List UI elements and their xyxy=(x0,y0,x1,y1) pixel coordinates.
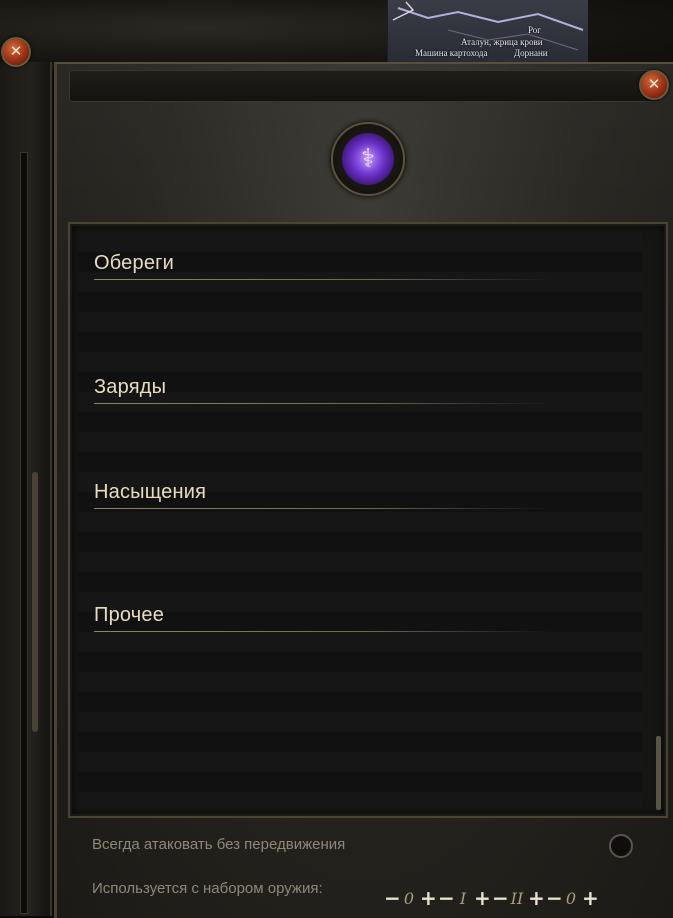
weapon-set-0-minus-button[interactable]: − xyxy=(384,886,401,910)
map-label-rog: Рог xyxy=(528,25,541,35)
buff-list[interactable]: Обереги Заряды Насыщения Прочее xyxy=(78,232,642,808)
weapon-set-1-minus-button[interactable]: − xyxy=(438,886,455,910)
weapon-set-2-plus-button[interactable]: + xyxy=(528,886,545,910)
section-title: Обереги xyxy=(94,252,175,274)
close-icon: ✕ xyxy=(9,42,23,60)
skill-tree-scrollbar[interactable] xyxy=(32,472,38,732)
weapon-set-selector: − 0 + − I + − II + − 0 + xyxy=(384,886,599,910)
section-divider xyxy=(94,279,554,280)
minimap[interactable]: Рог Аталун, жрица крови Машина картохода… xyxy=(387,0,588,62)
weapon-set-label: Используется с набором оружия: xyxy=(92,880,323,897)
weapon-set-2-minus-button[interactable]: − xyxy=(492,886,509,910)
section-title: Прочее xyxy=(94,604,165,626)
buff-list-scrollbar[interactable] xyxy=(656,230,662,810)
skill-tree-panel xyxy=(0,62,52,916)
section-satiations: Насыщения xyxy=(94,481,554,509)
close-skill-tree-button[interactable]: ✕ xyxy=(1,37,31,67)
section-divider xyxy=(94,508,554,509)
weapon-set-3-value: 0 xyxy=(565,888,577,908)
map-label-dornani: Дорнани xyxy=(514,48,548,58)
section-wards: Обереги xyxy=(94,252,554,280)
section-title: Насыщения xyxy=(94,481,207,503)
scrollbar-thumb[interactable] xyxy=(656,736,661,810)
emblem-frame: ⚕ xyxy=(331,122,405,196)
skill-tree-rail xyxy=(20,152,28,914)
weapon-set-3-minus-button[interactable]: − xyxy=(546,886,563,910)
map-label-machine: Машина картохода xyxy=(415,48,488,58)
buff-config-window: ⚕ Обереги Заряды Насыщения Прочее Всегда… xyxy=(54,62,673,918)
weapon-set-2-value: II xyxy=(510,888,524,908)
section-divider xyxy=(94,631,554,632)
weapon-set-0-plus-button[interactable]: + xyxy=(420,886,437,910)
window-titlebar xyxy=(69,70,661,102)
section-charges: Заряды xyxy=(94,376,554,404)
weapon-set-1-value: I xyxy=(459,888,467,908)
weapon-set-1-plus-button[interactable]: + xyxy=(474,886,491,910)
buff-list-frame: Обереги Заряды Насыщения Прочее xyxy=(68,222,668,818)
section-title: Заряды xyxy=(94,376,167,398)
always-attack-radio[interactable] xyxy=(609,834,633,858)
close-icon: ✕ xyxy=(647,75,661,93)
map-label-atalun: Аталун, жрица крови xyxy=(461,37,543,47)
always-attack-label: Всегда атаковать без передвижения xyxy=(92,836,346,853)
section-other: Прочее xyxy=(94,604,554,632)
weapon-set-3-plus-button[interactable]: + xyxy=(582,886,599,910)
purple-rune-icon: ⚕ xyxy=(342,133,394,185)
weapon-set-0-value: 0 xyxy=(403,888,415,908)
section-divider xyxy=(94,403,554,404)
close-window-button[interactable]: ✕ xyxy=(639,70,669,100)
